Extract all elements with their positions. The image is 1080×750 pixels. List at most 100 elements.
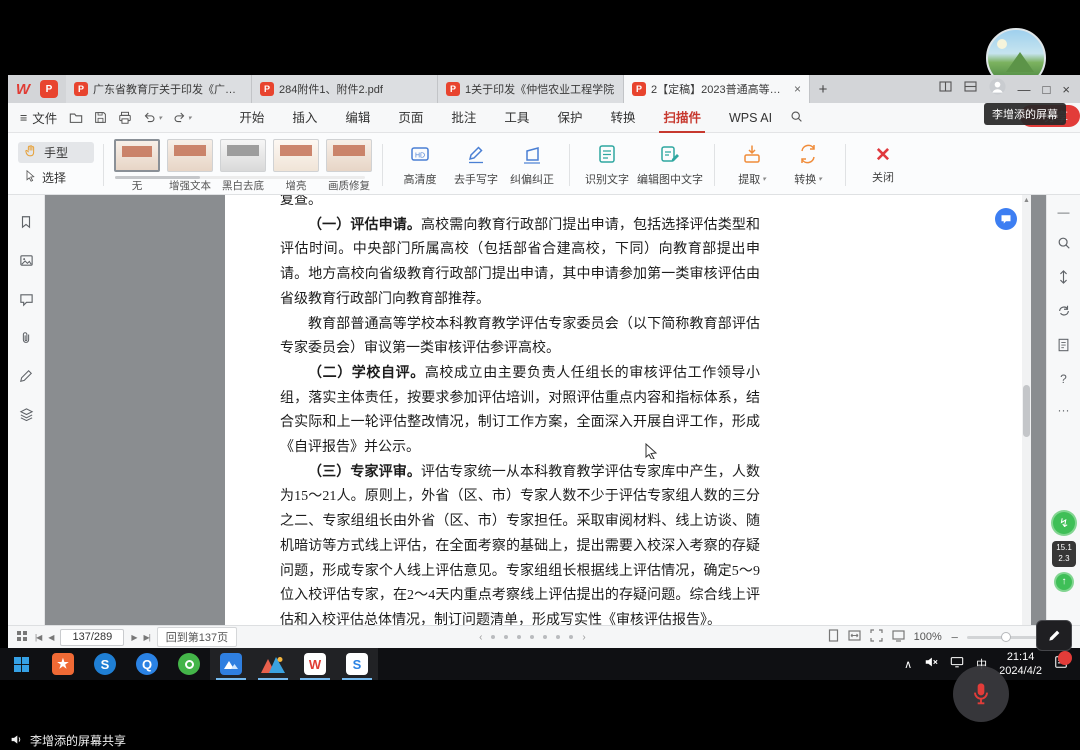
next-page-button[interactable]: ▶ [131, 633, 136, 642]
page-dots-pager[interactable]: ‹› [479, 632, 586, 643]
page-number-input[interactable] [60, 629, 124, 646]
open-folder-icon[interactable] [69, 111, 83, 125]
scroll-mode-icon[interactable] [1057, 270, 1070, 287]
zoom-level-label[interactable]: 100% [914, 631, 942, 643]
layers-icon[interactable] [19, 407, 34, 427]
close-scan-button[interactable]: ✕ 关闭 [855, 138, 911, 192]
menu-item-insert[interactable]: 插入 [278, 103, 331, 133]
maximize-button[interactable]: □ [1043, 83, 1051, 96]
more-options-icon[interactable]: ··· [1058, 403, 1070, 417]
document-tab-4-active[interactable]: P 2【定稿】2023普通高等学校 × [624, 75, 810, 103]
notification-center-icon[interactable] [1054, 655, 1068, 674]
speed-ball-secondary-icon[interactable]: ↑ [1054, 572, 1074, 592]
rotate-page-icon[interactable] [1057, 304, 1071, 321]
taskbar-qq-browser-icon[interactable]: Q [126, 648, 168, 680]
menu-item-page[interactable]: 页面 [384, 103, 437, 133]
taskbar-meeting-app-icon[interactable] [252, 648, 294, 680]
vertical-scrollbar[interactable]: ▲ [1022, 195, 1031, 625]
taskbar-wps-icon[interactable]: W [294, 648, 336, 680]
comment-panel-icon[interactable] [19, 292, 34, 312]
layout-icon[interactable] [964, 80, 977, 98]
microphone-muted-button[interactable] [953, 666, 1009, 722]
scrollbar-thumb[interactable] [1023, 385, 1030, 437]
document-tab-2[interactable]: P 284附件1、附件2.pdf [252, 75, 438, 103]
filter-brighten[interactable]: 增亮 [272, 139, 320, 193]
account-avatar[interactable] [989, 78, 1006, 100]
menu-item-wps-ai[interactable]: WPS AI [715, 103, 786, 133]
filter-bw-clean[interactable]: 黑白去底 [219, 139, 267, 193]
annotation-pen-button[interactable] [1036, 620, 1072, 651]
window-close-button[interactable]: × [1062, 83, 1070, 96]
select-tool-button[interactable]: 选择 [18, 167, 94, 188]
pdf-app-icon[interactable]: P [40, 80, 58, 98]
fit-width-icon[interactable] [848, 629, 861, 645]
start-button[interactable] [0, 648, 42, 680]
filter-scrollbar[interactable] [115, 176, 365, 179]
menu-item-scan-active[interactable]: 扫描件 [649, 103, 715, 133]
volume-muted-icon[interactable] [924, 655, 938, 674]
taskbar-photos-app-icon[interactable] [210, 648, 252, 680]
speed-ball-icon[interactable]: ↯ [1051, 510, 1077, 536]
help-icon[interactable]: ? [1060, 372, 1067, 386]
hidden-icons-button[interactable]: ∧ [904, 658, 912, 671]
taskbar-clock[interactable]: 21:14 2024/4/2 [999, 650, 1042, 679]
document-tab-3[interactable]: P 1关于印发《仲恺农业工程学院 [438, 75, 624, 103]
undo-dropdown-caret[interactable]: ▾ [158, 114, 162, 122]
last-page-button[interactable]: ▶| [144, 633, 150, 642]
new-tab-button[interactable]: + [810, 81, 836, 98]
filter-quality-repair[interactable]: 画质修复 [325, 139, 373, 193]
pen-annotate-icon[interactable] [19, 369, 33, 388]
taskbar-360-icon[interactable] [168, 648, 210, 680]
taskbar-browser-s-icon[interactable]: S [84, 648, 126, 680]
save-icon[interactable] [94, 111, 107, 124]
menu-item-protect[interactable]: 保护 [543, 103, 596, 133]
image-panel-icon[interactable] [19, 253, 34, 273]
floating-assistant-icon[interactable] [995, 208, 1017, 230]
file-menu-button[interactable]: ≡ 文件 [8, 108, 69, 127]
first-page-button[interactable]: |◀ [35, 633, 41, 642]
menu-item-start[interactable]: 开始 [225, 103, 278, 133]
single-page-view-icon[interactable] [828, 629, 839, 645]
zoom-out-button[interactable]: − [951, 631, 959, 644]
remove-handwriting-button[interactable]: 去手写字 [448, 138, 504, 192]
filter-none[interactable]: 无 [113, 139, 161, 193]
bookmark-icon[interactable] [19, 215, 33, 234]
menu-item-convert[interactable]: 转换 [596, 103, 649, 133]
fullscreen-icon[interactable] [870, 629, 883, 645]
deskew-button[interactable]: 纠偏纠正 [504, 138, 560, 192]
hand-tool-button[interactable]: 手型 [18, 142, 94, 163]
minimize-button[interactable]: — [1018, 83, 1031, 96]
search-icon[interactable] [790, 110, 803, 126]
hd-enhance-button[interactable]: HD 高清度 [392, 138, 448, 192]
undo-icon[interactable]: ▾ [143, 111, 162, 124]
find-icon[interactable] [1057, 236, 1071, 253]
network-speed-widget[interactable]: ↯ 15.1 2.3 ↑ [1049, 510, 1079, 592]
collapse-panel-icon[interactable]: — [1058, 205, 1070, 219]
redo-icon[interactable]: ▾ [173, 111, 192, 124]
menu-item-edit[interactable]: 编辑 [331, 103, 384, 133]
edit-image-text-button[interactable]: 编辑图中文字 [635, 138, 705, 192]
menu-item-tools[interactable]: 工具 [490, 103, 543, 133]
extract-dropdown-caret[interactable]: ▾ [762, 175, 766, 183]
convert-dropdown-caret[interactable]: ▾ [818, 175, 822, 183]
scroll-up-arrow[interactable]: ▲ [1022, 197, 1031, 204]
convert-button[interactable]: 转换 ▾ [780, 138, 836, 192]
tab-close-icon[interactable]: × [794, 83, 801, 95]
page-layout-icon[interactable] [1057, 338, 1070, 355]
ocr-button[interactable]: 识别文字 [579, 138, 635, 192]
document-tab-1[interactable]: P 广东省教育厅关于印发《广东省 [66, 75, 252, 103]
thumbnail-view-icon[interactable] [16, 630, 28, 645]
menu-item-annotate[interactable]: 批注 [437, 103, 490, 133]
wps-logo-icon[interactable]: W [8, 81, 38, 98]
taskbar-hao123-icon[interactable]: ★ [42, 648, 84, 680]
filter-enhance-text[interactable]: 增强文本 [166, 139, 214, 193]
pdf-page[interactable]: 复查。 （一）评估申请。高校需向教育行政部门提出申请，包括选择评估类型和评估时间… [225, 195, 1022, 625]
zoom-slider-thumb[interactable] [1001, 632, 1011, 642]
read-mode-icon[interactable] [892, 629, 905, 645]
previous-page-button[interactable]: ◀ [48, 633, 53, 642]
back-to-page-button[interactable]: 回到第137页 [157, 627, 237, 647]
display-device-icon[interactable] [950, 655, 964, 674]
extract-button[interactable]: 提取 ▾ [724, 138, 780, 192]
redo-dropdown-caret[interactable]: ▾ [188, 114, 192, 122]
attachment-icon[interactable] [19, 331, 33, 350]
